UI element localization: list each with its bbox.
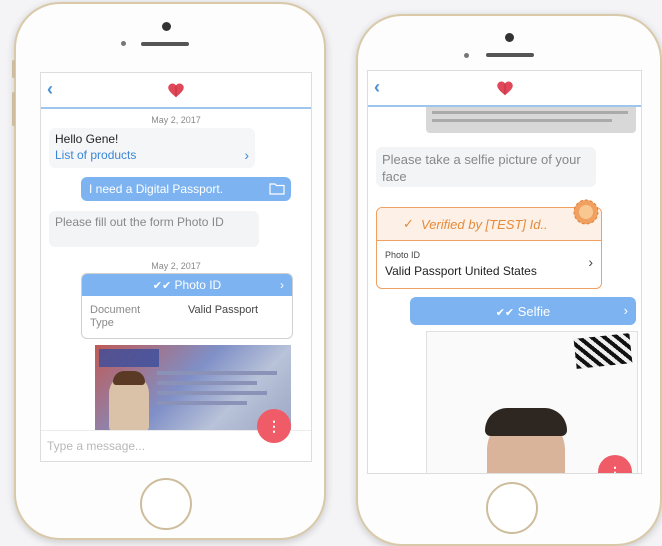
greeting-text: Hello Gene!: [55, 132, 119, 146]
bot-message-bubble: Please take a selfie picture of your fac…: [376, 147, 596, 187]
passport-scan-image: [426, 107, 636, 133]
verified-seal-icon: [573, 199, 599, 225]
mute-switch: [12, 60, 15, 78]
message-date: May 2, 2017: [151, 261, 201, 271]
front-camera: [162, 22, 171, 31]
photo-id-card-header: ✔✔ Photo ID ›: [82, 274, 292, 296]
wall-decoration: [573, 333, 633, 369]
sensor: [121, 41, 126, 46]
photo-id-card-title: Photo ID: [174, 278, 222, 292]
heart-logo-icon: [496, 81, 513, 96]
left-screen: ‹ May 2, 2017 Hello Gene! List of produc…: [40, 72, 312, 462]
greeting-bubble: Hello Gene! List of products ›: [49, 128, 255, 168]
chevron-right-icon: ›: [280, 278, 284, 292]
bot-message-bubble: Please fill out the form Photo ID: [49, 211, 259, 247]
more-options-button[interactable]: ⋮: [257, 409, 291, 443]
sensor: [464, 53, 469, 58]
photo-id-card[interactable]: ✔✔ Photo ID › Document Type Valid Passpo…: [81, 273, 293, 339]
double-check-icon: ✔✔: [152, 280, 172, 292]
folder-icon: [269, 183, 285, 195]
chevron-right-icon: ›: [623, 303, 628, 318]
chevron-right-icon: ›: [244, 147, 249, 163]
photo-id-label: Photo ID: [385, 250, 421, 260]
nav-bar: ‹: [41, 73, 311, 109]
check-icon: ✓: [403, 216, 414, 231]
selfie-photo-image: [426, 331, 638, 473]
double-check-icon: ✔✔: [495, 307, 515, 319]
back-button[interactable]: ‹: [47, 79, 53, 100]
heart-logo-icon: [168, 83, 184, 98]
document-type-value: Valid Passport: [188, 304, 259, 316]
user-message-text: I need a Digital Passport.: [89, 182, 224, 196]
back-button[interactable]: ‹: [374, 77, 380, 98]
verified-text: Verified by [TEST] Id..: [421, 217, 548, 232]
bot-message-text: Please fill out the form Photo ID: [55, 215, 224, 229]
selfie-title: Selfie: [517, 304, 551, 319]
earpiece: [486, 53, 534, 57]
home-button[interactable]: [486, 482, 538, 534]
front-camera: [505, 33, 514, 42]
earpiece: [141, 42, 189, 46]
bot-message-text: Please take a selfie picture of your fac…: [382, 152, 581, 184]
volume-up-button: [12, 92, 15, 126]
user-message-bubble: I need a Digital Passport.: [81, 177, 291, 201]
document-type-label: Document Type: [90, 304, 141, 329]
list-of-products-link[interactable]: List of products: [55, 148, 136, 163]
message-date: May 2, 2017: [151, 115, 201, 125]
photo-id-value: Valid Passport United States: [385, 264, 537, 278]
home-button[interactable]: [140, 478, 192, 530]
nav-bar: ‹: [368, 71, 641, 107]
message-input[interactable]: Type a message...: [47, 439, 145, 453]
chevron-right-icon: ›: [588, 254, 593, 270]
verified-photo-id-card[interactable]: ✓ Verified by [TEST] Id.. Photo ID Valid…: [376, 207, 602, 289]
selfie-card-header[interactable]: ✔✔ Selfie ›: [410, 297, 636, 325]
verified-header: ✓ Verified by [TEST] Id..: [377, 208, 601, 241]
right-screen: ‹ Please take a selfie picture of your f…: [367, 70, 642, 474]
